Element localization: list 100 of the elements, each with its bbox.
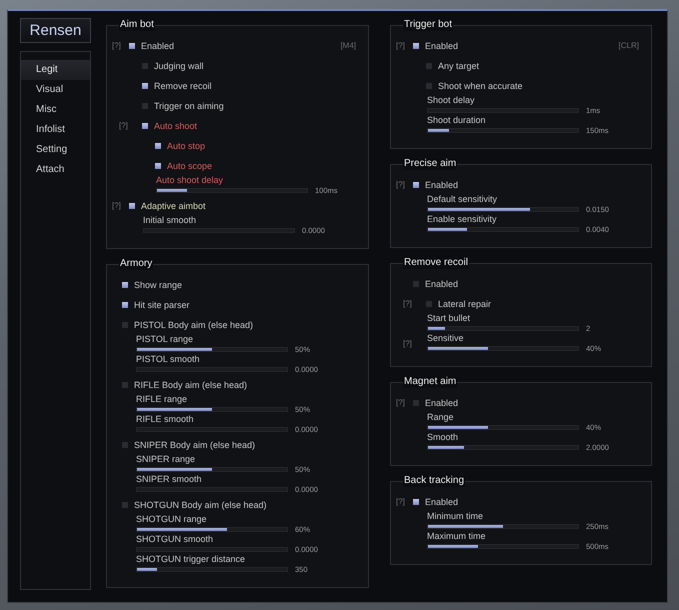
sidebar-tab[interactable]: Infolist bbox=[21, 120, 90, 140]
checkbox[interactable] bbox=[122, 382, 128, 388]
slider-label: Initial smooth bbox=[143, 216, 196, 225]
option-label: SNIPER Body aim (else head) bbox=[134, 440, 256, 450]
checkbox[interactable] bbox=[142, 63, 148, 69]
checkbox[interactable] bbox=[142, 83, 148, 89]
checkbox[interactable] bbox=[413, 499, 419, 505]
checkbox[interactable] bbox=[155, 163, 161, 169]
group-title: Back tracking bbox=[403, 475, 466, 487]
slider-label: Shoot duration bbox=[427, 116, 486, 125]
slider-label: SHOTGUN smooth bbox=[136, 535, 214, 544]
slider-track[interactable] bbox=[427, 524, 579, 528]
slider-label: SNIPER smooth bbox=[136, 475, 202, 484]
checkbox[interactable] bbox=[122, 282, 128, 288]
slider-track[interactable] bbox=[427, 226, 579, 232]
option-label: Enabled bbox=[425, 180, 458, 190]
app-logo: Rensen bbox=[20, 18, 91, 43]
help-marker[interactable]: [?] bbox=[119, 121, 128, 131]
help-marker[interactable]: [?] bbox=[396, 497, 405, 507]
help-marker[interactable]: [?] bbox=[112, 201, 121, 211]
option-label: Enabled bbox=[425, 496, 458, 508]
slider-track[interactable] bbox=[136, 566, 288, 572]
checkbox[interactable] bbox=[122, 502, 128, 508]
help-marker[interactable]: [?] bbox=[112, 41, 121, 51]
help-marker[interactable]: [?] bbox=[396, 398, 405, 408]
slider-label: Minimum time bbox=[427, 512, 484, 521]
checkbox[interactable] bbox=[426, 63, 432, 69]
group-title: Magnet aim bbox=[403, 376, 458, 388]
checkbox[interactable] bbox=[129, 43, 135, 49]
slider-label: Enable sensitivity bbox=[427, 215, 497, 224]
option-label: SHOTGUN Body aim (else head) bbox=[134, 500, 267, 510]
slider-label: Sensitive bbox=[427, 334, 464, 343]
sidebar-tab[interactable]: Setting bbox=[21, 140, 90, 160]
checkbox[interactable] bbox=[122, 322, 128, 328]
checkbox[interactable] bbox=[413, 43, 419, 49]
checkbox[interactable] bbox=[129, 203, 135, 209]
checkbox[interactable] bbox=[426, 83, 432, 89]
checkbox[interactable] bbox=[155, 143, 161, 149]
slider-track[interactable] bbox=[427, 424, 579, 430]
option-label: Judging wall bbox=[154, 60, 204, 72]
option-label: Auto scope bbox=[167, 160, 212, 172]
group-title: Trigger bot bbox=[403, 19, 453, 31]
checkbox[interactable] bbox=[413, 182, 419, 188]
slider-label: Shoot delay bbox=[427, 96, 475, 105]
option-label: Show range bbox=[134, 280, 182, 290]
slider-label: SNIPER range bbox=[136, 455, 196, 464]
slider-label: RIFLE range bbox=[136, 395, 188, 404]
sidebar-tab[interactable]: Legit bbox=[21, 60, 90, 80]
slider-track[interactable] bbox=[427, 128, 579, 132]
option-label: Auto stop bbox=[167, 140, 206, 152]
sidebar-tab[interactable]: Misc bbox=[21, 100, 90, 120]
hotkey-binding[interactable]: [M4] bbox=[340, 41, 356, 51]
slider-label: Range bbox=[427, 413, 454, 422]
slider-track[interactable] bbox=[156, 188, 308, 192]
slider-track[interactable] bbox=[136, 466, 288, 472]
help-marker[interactable]: [?] bbox=[396, 41, 405, 51]
option-label: RIFLE Body aim (else head) bbox=[134, 380, 248, 390]
checkbox[interactable] bbox=[413, 281, 419, 287]
option-label: Shoot when accurate bbox=[438, 80, 523, 92]
slider-label: PISTOL smooth bbox=[136, 355, 200, 364]
slider-track[interactable] bbox=[136, 346, 288, 352]
group-title: Precise aim bbox=[403, 158, 458, 170]
option-label: Hit site parser bbox=[134, 300, 190, 310]
slider-label: PISTOL range bbox=[136, 335, 194, 344]
checkbox[interactable] bbox=[142, 123, 148, 129]
slider-track[interactable] bbox=[427, 444, 579, 450]
slider-label: Default sensitivity bbox=[427, 195, 498, 204]
checkbox[interactable] bbox=[122, 302, 128, 308]
option-label: Lateral repair bbox=[438, 298, 492, 310]
slider-track[interactable] bbox=[136, 526, 288, 532]
help-marker[interactable]: [?] bbox=[403, 339, 412, 349]
option-label: PISTOL Body aim (else head) bbox=[134, 320, 254, 330]
option-label: Trigger on aiming bbox=[154, 100, 224, 112]
checkbox[interactable] bbox=[413, 400, 419, 406]
sidebar-tab[interactable]: Attach bbox=[21, 160, 90, 180]
hotkey-binding[interactable]: [CLR] bbox=[618, 41, 639, 51]
slider-label: Smooth bbox=[427, 433, 458, 442]
option-label: Adaptive aimbot bbox=[141, 200, 206, 212]
slider-label: RIFLE smooth bbox=[136, 415, 194, 424]
slider-track[interactable] bbox=[427, 544, 579, 548]
slider-label: Auto shoot delay bbox=[156, 176, 224, 185]
option-label: Enabled bbox=[425, 40, 458, 52]
slider-track[interactable] bbox=[427, 206, 579, 212]
slider-track[interactable] bbox=[427, 326, 579, 330]
slider-label: Start bullet bbox=[427, 314, 470, 323]
group-title: Aim bot bbox=[119, 19, 155, 31]
slider-label: Maximum time bbox=[427, 532, 486, 541]
slider-track[interactable] bbox=[427, 346, 579, 350]
help-marker[interactable]: [?] bbox=[403, 299, 412, 309]
group-title: Remove recoil bbox=[403, 257, 469, 269]
checkbox[interactable] bbox=[142, 103, 148, 109]
checkbox[interactable] bbox=[122, 442, 128, 448]
option-label: Enabled bbox=[425, 398, 458, 408]
slider-label: SHOTGUN range bbox=[136, 515, 207, 524]
sidebar-tab[interactable]: Visual bbox=[21, 80, 90, 100]
option-label: Remove recoil bbox=[154, 80, 212, 92]
option-label: Enabled bbox=[141, 40, 174, 52]
help-marker[interactable]: [?] bbox=[396, 180, 405, 190]
checkbox[interactable] bbox=[426, 301, 432, 307]
slider-track[interactable] bbox=[136, 406, 288, 412]
